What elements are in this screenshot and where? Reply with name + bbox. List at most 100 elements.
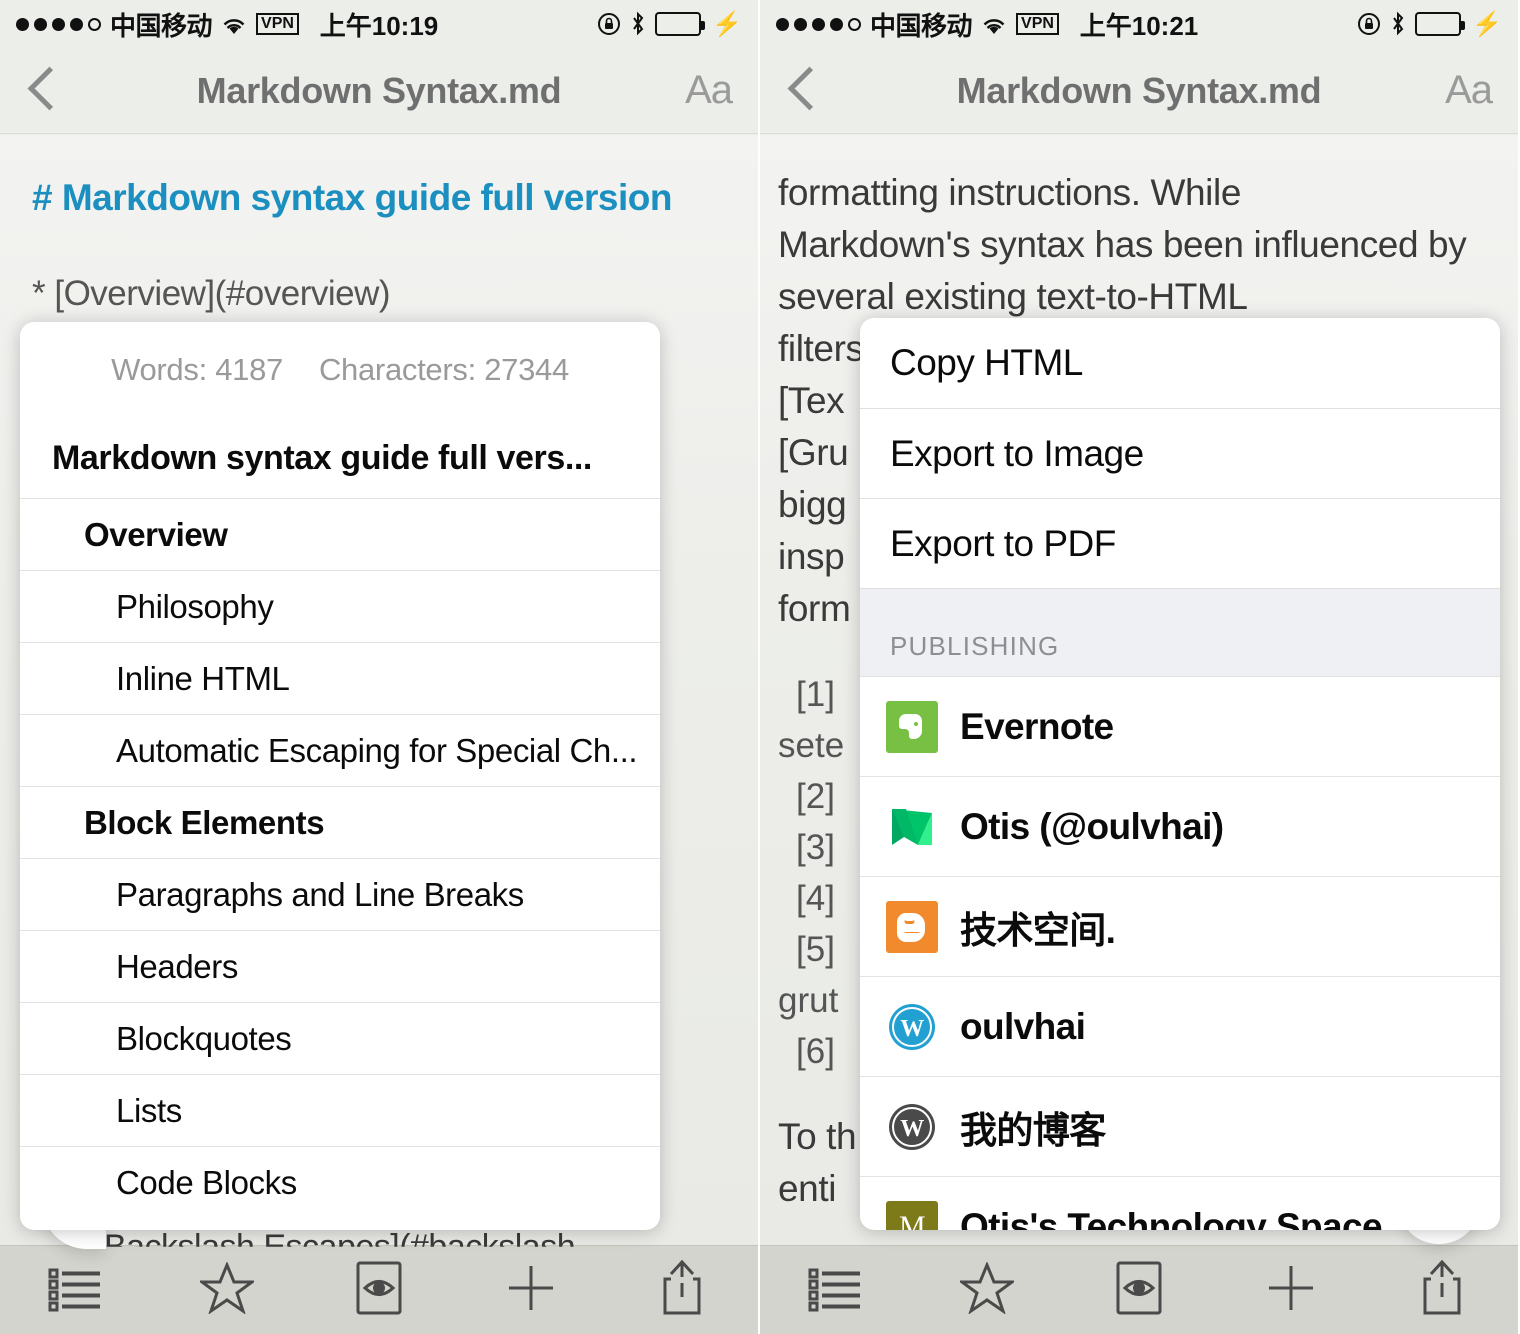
evernote-icon bbox=[886, 700, 938, 753]
outline-popup[interactable]: Words: 4187 Characters: 27344 Markdown s… bbox=[20, 322, 660, 1230]
rotation-lock-icon bbox=[597, 12, 621, 36]
preview-button[interactable] bbox=[303, 1246, 455, 1334]
publish-item-label: Evernote bbox=[960, 705, 1114, 747]
publish-item-medium-otis[interactable]: Otis (@oulvhai) bbox=[860, 776, 1500, 876]
menu-item-export-image[interactable]: Export to Image bbox=[860, 408, 1500, 498]
publish-item-blogger[interactable]: 技术空间. bbox=[860, 876, 1500, 976]
bluetooth-icon bbox=[630, 11, 646, 37]
favorite-button[interactable] bbox=[912, 1246, 1064, 1334]
document-line: Markdown's syntax has been influenced by bbox=[778, 224, 1467, 265]
document-line-partial bbox=[778, 141, 1500, 167]
share-icon bbox=[1417, 1257, 1467, 1324]
medium-icon bbox=[886, 801, 938, 853]
status-right-group: ⚡ bbox=[597, 10, 742, 39]
document-line: formatting instructions. While bbox=[778, 172, 1242, 213]
signal-dots-icon bbox=[16, 17, 101, 31]
preview-button[interactable] bbox=[1063, 1246, 1215, 1334]
publish-item-wordpress-myblog[interactable]: W 我的博客 bbox=[860, 1076, 1500, 1176]
nav-bar: Markdown Syntax.md Aa bbox=[760, 48, 1518, 134]
status-left-group: 中国移动 VPN bbox=[776, 6, 1059, 43]
left-phone-panel: 中国移动 VPN 上午10:19 ⚡ Markdown Syntax.md Aa… bbox=[0, 0, 760, 1334]
font-size-button[interactable]: Aa bbox=[1445, 68, 1493, 113]
outline-item[interactable]: Lists bbox=[20, 1074, 660, 1146]
medium-olive-icon: M bbox=[886, 1200, 938, 1230]
publish-item-label: 技术空间. bbox=[960, 909, 1116, 951]
back-chevron-icon[interactable] bbox=[26, 65, 58, 117]
publish-item-label: Otis's Technology Space bbox=[960, 1205, 1383, 1231]
font-size-button[interactable]: Aa bbox=[685, 68, 733, 113]
back-chevron-icon[interactable] bbox=[786, 65, 818, 117]
star-icon bbox=[197, 1260, 257, 1319]
star-icon bbox=[957, 1260, 1017, 1319]
menu-item-copy-html[interactable]: Copy HTML bbox=[860, 318, 1500, 408]
menu-item-label: Copy HTML bbox=[890, 342, 1083, 383]
outline-item[interactable]: Inline HTML bbox=[20, 642, 660, 714]
share-button[interactable] bbox=[1366, 1246, 1518, 1334]
wifi-icon bbox=[221, 14, 247, 34]
publish-item-wordpress-oulvhai[interactable]: W oulvhai bbox=[860, 976, 1500, 1076]
carrier-label: 中国移动 bbox=[110, 10, 213, 41]
menu-item-export-pdf[interactable]: Export to PDF bbox=[860, 498, 1500, 588]
page-title: Markdown Syntax.md bbox=[956, 69, 1322, 111]
battery-icon bbox=[1415, 12, 1466, 36]
right-phone-panel: 中国移动 VPN 上午10:21 ⚡ Markdown Syntax.md Aa… bbox=[760, 0, 1518, 1334]
outline-item-label: Overview bbox=[84, 515, 228, 553]
outline-item[interactable]: Paragraphs and Line Breaks bbox=[20, 858, 660, 930]
svg-text:W: W bbox=[900, 1016, 924, 1042]
document-line: several existing text-to-HTML bbox=[778, 276, 1248, 317]
publish-item-evernote[interactable]: Evernote bbox=[860, 676, 1500, 776]
status-bar: 中国移动 VPN 上午10:19 ⚡ bbox=[0, 0, 758, 48]
vpn-badge: VPN bbox=[256, 13, 299, 35]
outline-item[interactable]: Markdown syntax guide full vers... bbox=[20, 418, 660, 498]
status-bar: 中国移动 VPN 上午10:21 ⚡ bbox=[760, 0, 1518, 48]
action-sheet-popup[interactable]: Copy HTML Export to Image Export to PDF … bbox=[860, 318, 1500, 1230]
outline-item[interactable]: Headers bbox=[20, 930, 660, 1002]
outline-item-label: Block Elements bbox=[84, 803, 325, 841]
publish-item-otis-technology-space[interactable]: M Otis's Technology Space bbox=[860, 1176, 1500, 1230]
nav-bar: Markdown Syntax.md Aa bbox=[0, 48, 758, 134]
section-header-publishing: PUBLISHING bbox=[860, 588, 1500, 676]
menu-item-label: Export to Image bbox=[890, 432, 1144, 474]
charging-bolt-icon: ⚡ bbox=[712, 10, 742, 38]
outline-item[interactable]: Automatic Escaping for Special Ch... bbox=[20, 714, 660, 786]
outline-list-icon bbox=[808, 1264, 864, 1317]
svg-text:W: W bbox=[900, 1116, 924, 1142]
bottom-toolbar bbox=[0, 1245, 758, 1334]
bottom-toolbar bbox=[760, 1245, 1518, 1334]
outline-item-label: Markdown syntax guide full vers... bbox=[52, 438, 592, 477]
words-label: Words: 4187 bbox=[111, 352, 283, 387]
outline-item[interactable]: Philosophy bbox=[20, 570, 660, 642]
outline-button[interactable] bbox=[0, 1246, 152, 1334]
outline-item-label: Blockquotes bbox=[116, 1019, 292, 1057]
signal-dots-icon bbox=[776, 17, 861, 31]
status-right-group: ⚡ bbox=[1357, 10, 1502, 39]
document-line: * [Overview](#overview) bbox=[32, 274, 391, 313]
outline-item-label: Paragraphs and Line Breaks bbox=[116, 875, 524, 913]
publish-item-label: Otis (@oulvhai) bbox=[960, 805, 1224, 847]
add-button[interactable] bbox=[1215, 1246, 1367, 1334]
outline-item[interactable]: Block Elements bbox=[20, 786, 660, 858]
outline-item-label: Automatic Escaping for Special Ch... bbox=[116, 731, 638, 769]
wifi-icon bbox=[981, 14, 1007, 34]
outline-button[interactable] bbox=[760, 1246, 912, 1334]
wordpress-icon: W bbox=[886, 1001, 938, 1053]
favorite-button[interactable] bbox=[152, 1246, 304, 1334]
preview-eye-icon bbox=[353, 1259, 405, 1322]
share-icon bbox=[657, 1257, 707, 1324]
blogger-icon bbox=[886, 900, 938, 953]
word-count-row: Words: 4187 Characters: 27344 bbox=[20, 322, 660, 418]
vpn-badge: VPN bbox=[1016, 13, 1059, 35]
outline-list-icon bbox=[48, 1264, 104, 1317]
carrier-label: 中国移动 bbox=[870, 10, 973, 41]
rotation-lock-icon bbox=[1357, 12, 1381, 36]
outline-item-label: Code Blocks bbox=[116, 1163, 297, 1201]
publish-item-label: 我的博客 bbox=[960, 1109, 1106, 1151]
share-button[interactable] bbox=[606, 1246, 758, 1334]
publish-item-label: oulvhai bbox=[960, 1005, 1086, 1047]
characters-label: Characters: 27344 bbox=[318, 352, 569, 387]
outline-item[interactable]: Overview bbox=[20, 498, 660, 570]
wordpress-icon: W bbox=[886, 1101, 938, 1153]
outline-item[interactable]: Blockquotes bbox=[20, 1002, 660, 1074]
outline-item[interactable]: Code Blocks bbox=[20, 1146, 660, 1218]
add-button[interactable] bbox=[455, 1246, 607, 1334]
